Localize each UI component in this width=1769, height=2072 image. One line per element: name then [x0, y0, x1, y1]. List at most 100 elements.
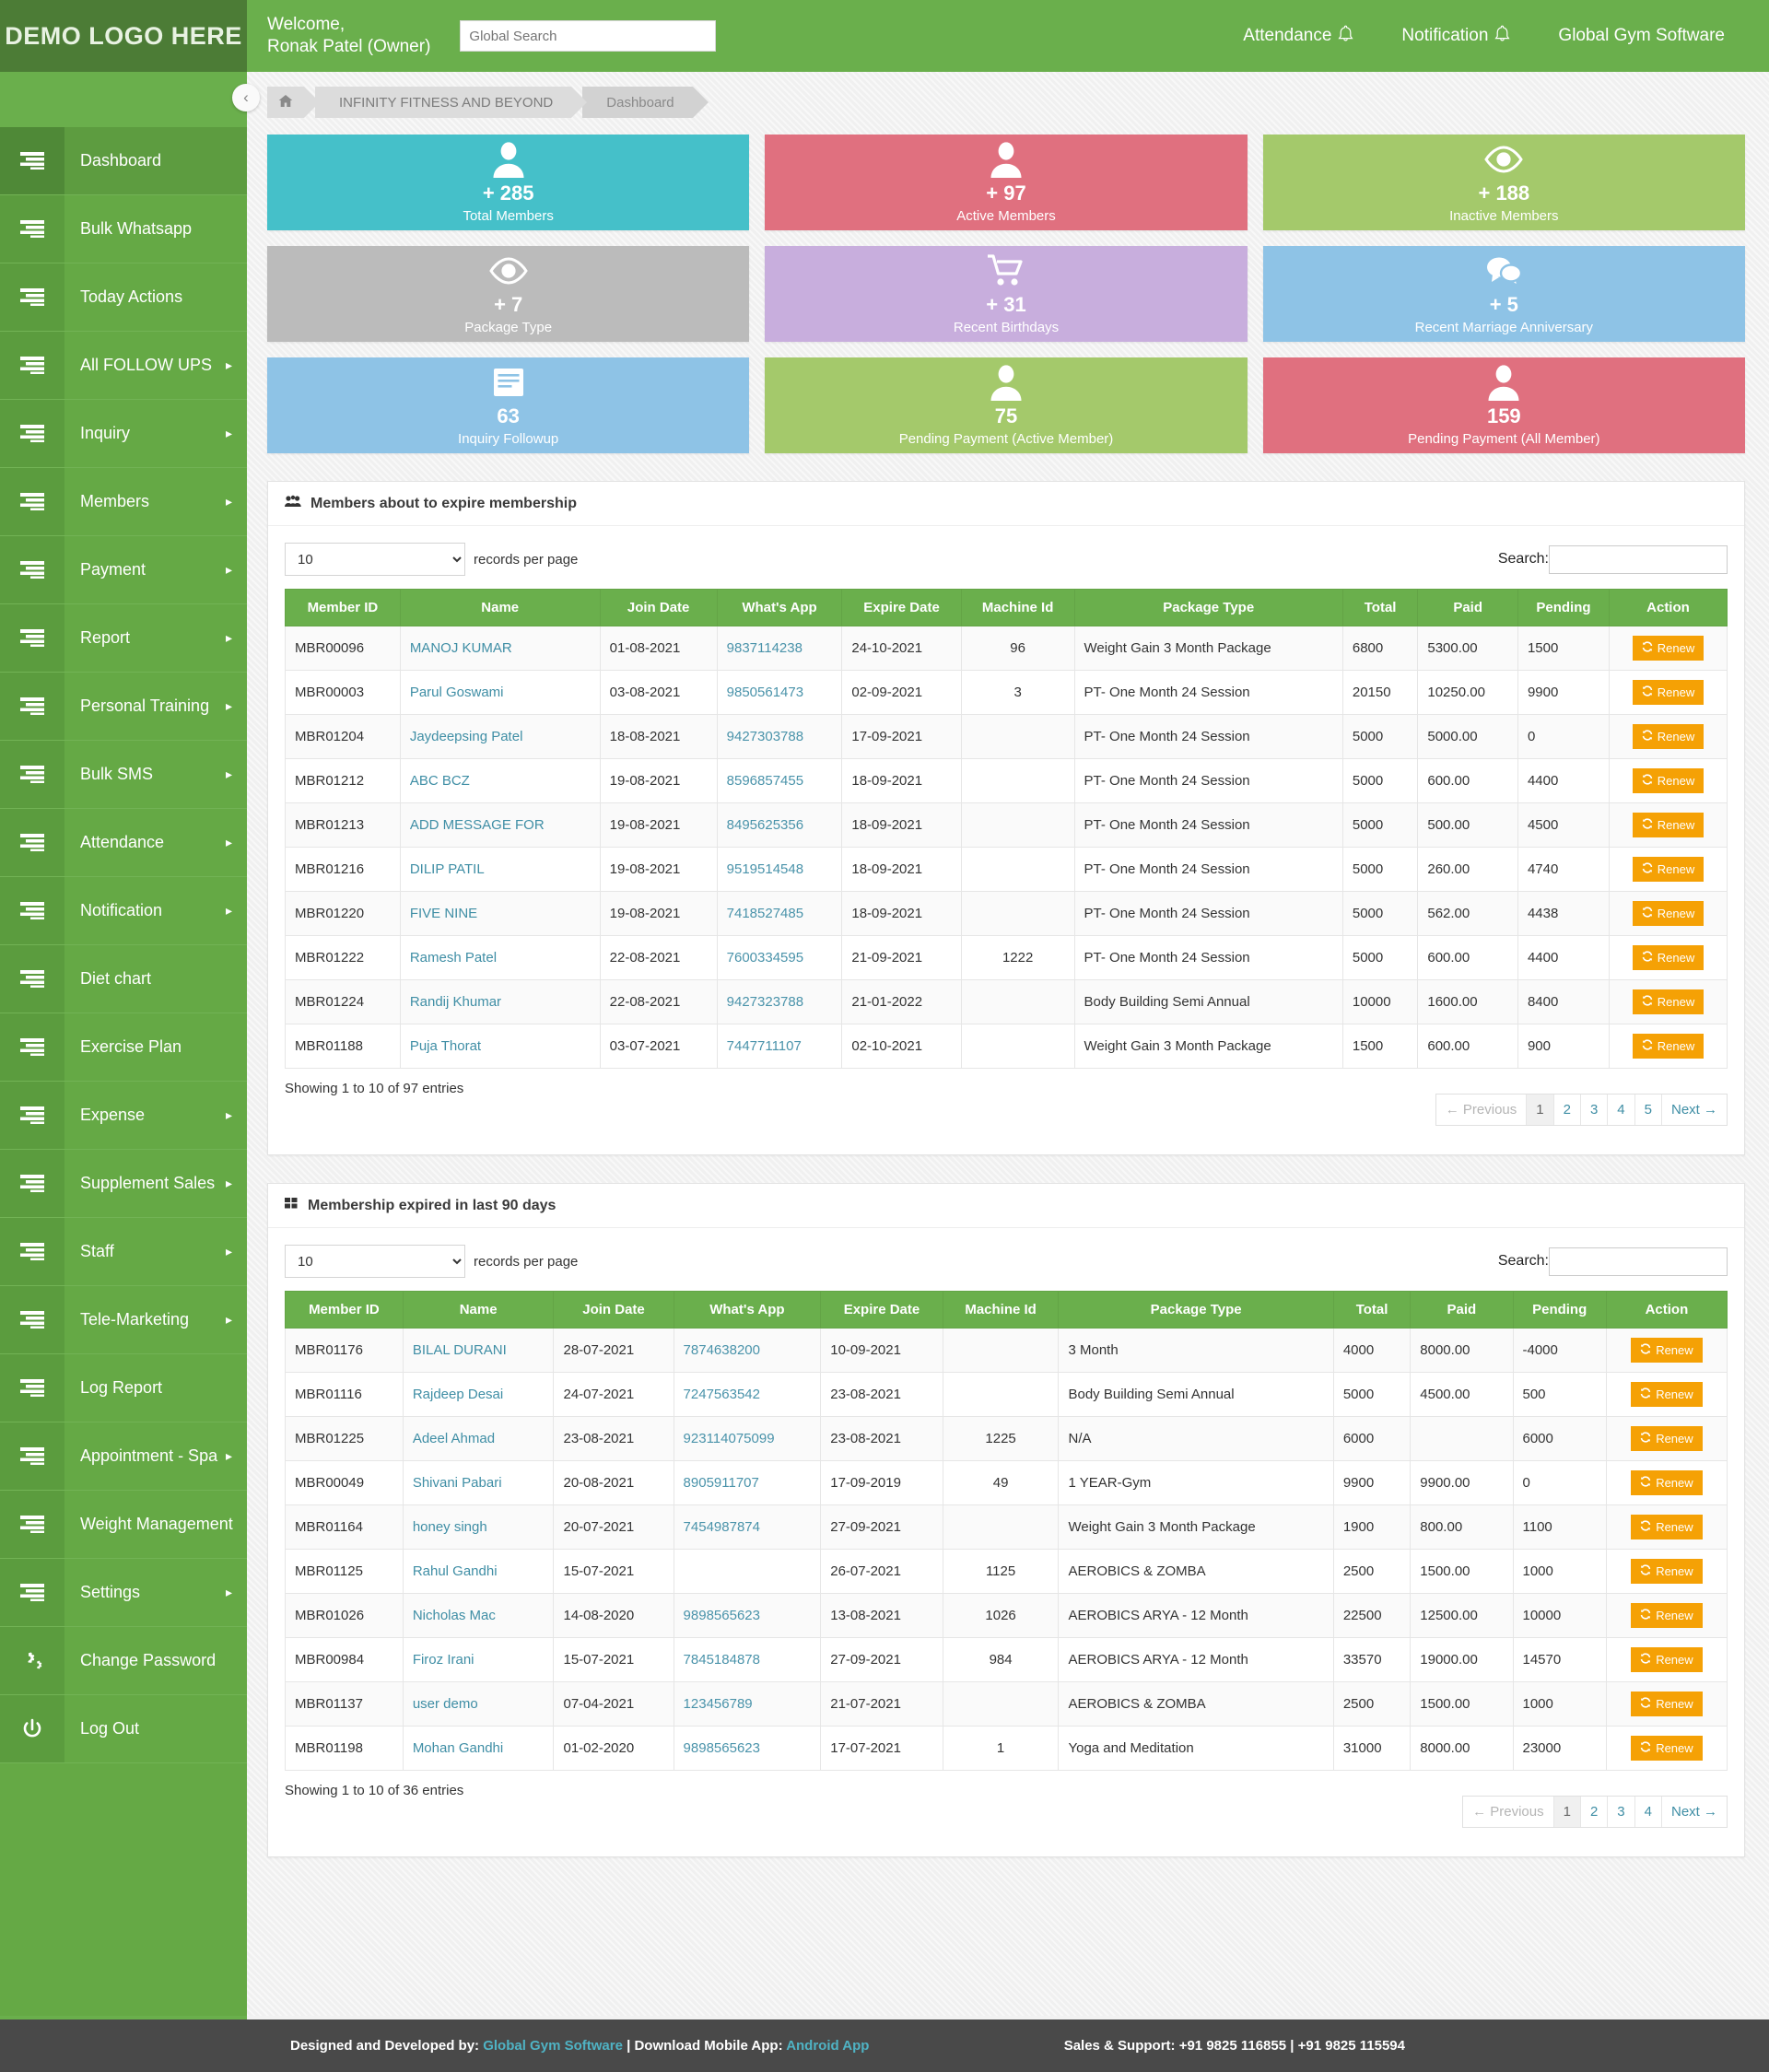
table-search-input[interactable] [1549, 544, 1728, 574]
sidebar-item-log-report[interactable]: Log Report [0, 1354, 247, 1422]
member-name-link[interactable]: BILAL DURANI [413, 1342, 507, 1358]
pagination-page-4[interactable]: 4 [1634, 1797, 1662, 1827]
column-header-package-type[interactable]: Package Type [1073, 589, 1343, 626]
pagination-page-1[interactable]: 1 [1527, 1095, 1554, 1125]
stat-card-pending-payment-active-member[interactable]: 75 Pending Payment (Active Member) [765, 357, 1248, 453]
renew-button[interactable]: Renew [1631, 1470, 1703, 1495]
column-header-paid[interactable]: Paid [1417, 589, 1518, 626]
column-header-machine-id[interactable]: Machine Id [942, 1291, 1060, 1329]
stat-card-inquiry-followup[interactable]: 63 Inquiry Followup [267, 357, 750, 453]
renew-button[interactable]: Renew [1632, 989, 1705, 1014]
renew-button[interactable]: Renew [1632, 680, 1705, 705]
whatsapp-link[interactable]: 7874638200 [684, 1342, 760, 1358]
stat-card-inactive-members[interactable]: + 188 Inactive Members [1262, 135, 1745, 230]
sidebar-collapse-button[interactable]: ‹ [232, 84, 260, 111]
column-header-what-s-app[interactable]: What's App [716, 589, 843, 626]
sidebar-item-diet-chart[interactable]: Diet chart [0, 945, 247, 1013]
whatsapp-link[interactable]: 9427323788 [727, 994, 803, 1010]
member-name-link[interactable]: FIVE NINE [410, 906, 477, 921]
whatsapp-link[interactable]: 9898565623 [684, 1740, 760, 1756]
sidebar-item-notification[interactable]: Notification ▸ [0, 877, 247, 945]
member-name-link[interactable]: Shivani Pabari [413, 1475, 502, 1491]
whatsapp-link[interactable]: 9837114238 [727, 640, 802, 656]
whatsapp-link[interactable]: 8905911707 [684, 1475, 759, 1491]
member-name-link[interactable]: Mohan Gandhi [413, 1740, 503, 1756]
column-header-name[interactable]: Name [399, 589, 601, 626]
sidebar-item-report[interactable]: Report ▸ [0, 604, 247, 673]
whatsapp-link[interactable]: 8495625356 [727, 817, 803, 833]
sidebar-item-all-follow-ups[interactable]: All FOLLOW UPS ▸ [0, 332, 247, 400]
whatsapp-link[interactable]: 9519514548 [727, 861, 803, 877]
column-header-total[interactable]: Total [1341, 589, 1419, 626]
whatsapp-link[interactable]: 8596857455 [727, 773, 803, 789]
renew-button[interactable]: Renew [1631, 1382, 1703, 1407]
breadcrumb-home[interactable] [267, 87, 320, 118]
sidebar-item-attendance[interactable]: Attendance ▸ [0, 809, 247, 877]
pagination-next[interactable]: Next → [1661, 1797, 1727, 1827]
member-name-link[interactable]: Rahul Gandhi [413, 1563, 498, 1579]
renew-button[interactable]: Renew [1632, 813, 1705, 837]
column-header-name[interactable]: Name [402, 1291, 555, 1329]
sidebar-item-dashboard[interactable]: Dashboard [0, 127, 247, 195]
records-per-page-select[interactable]: 10 [285, 1245, 465, 1278]
renew-button[interactable]: Renew [1632, 724, 1705, 749]
footer-android-link[interactable]: Android App [786, 2038, 869, 2054]
column-header-package-type[interactable]: Package Type [1058, 1291, 1334, 1329]
stat-card-pending-payment-all-member[interactable]: 159 Pending Payment (All Member) [1262, 357, 1745, 453]
pagination-page-3[interactable]: 3 [1608, 1797, 1635, 1827]
renew-button[interactable]: Renew [1632, 636, 1705, 661]
column-header-paid[interactable]: Paid [1410, 1291, 1514, 1329]
member-name-link[interactable]: Jaydeepsing Patel [410, 729, 523, 744]
renew-button[interactable]: Renew [1632, 1034, 1705, 1059]
renew-button[interactable]: Renew [1631, 1603, 1703, 1628]
global-search-input[interactable] [460, 20, 717, 52]
renew-button[interactable]: Renew [1632, 901, 1705, 926]
whatsapp-link[interactable]: 7418527485 [727, 906, 803, 921]
sidebar-item-inquiry[interactable]: Inquiry ▸ [0, 400, 247, 468]
sidebar-item-members[interactable]: Members ▸ [0, 468, 247, 536]
column-header-machine-id[interactable]: Machine Id [960, 589, 1075, 626]
sidebar-item-payment[interactable]: Payment ▸ [0, 536, 247, 604]
renew-button[interactable]: Renew [1631, 1692, 1703, 1716]
member-name-link[interactable]: Puja Thorat [410, 1038, 481, 1054]
stat-card-active-members[interactable]: + 97 Active Members [765, 135, 1248, 230]
pagination-page-1[interactable]: 1 [1553, 1797, 1581, 1827]
stat-card-total-members[interactable]: + 285 Total Members [267, 135, 750, 230]
member-name-link[interactable]: Parul Goswami [410, 685, 504, 700]
renew-button[interactable]: Renew [1631, 1515, 1703, 1539]
sidebar-item-tele-marketing[interactable]: Tele-Marketing ▸ [0, 1286, 247, 1354]
whatsapp-link[interactable]: 9898565623 [684, 1608, 760, 1623]
sidebar-item-change-password[interactable]: Change Password [0, 1627, 247, 1695]
renew-button[interactable]: Renew [1631, 1338, 1703, 1363]
pagination-next[interactable]: Next → [1661, 1095, 1727, 1125]
column-header-action[interactable]: Action [1608, 589, 1728, 626]
pagination-page-5[interactable]: 5 [1634, 1095, 1662, 1125]
sidebar-item-expense[interactable]: Expense ▸ [0, 1082, 247, 1150]
member-name-link[interactable]: Nicholas Mac [413, 1608, 496, 1623]
renew-button[interactable]: Renew [1631, 1736, 1703, 1761]
column-header-member-id[interactable]: Member ID [285, 1291, 404, 1329]
whatsapp-link[interactable]: 9850561473 [727, 685, 803, 700]
renew-button[interactable]: Renew [1632, 768, 1705, 793]
pagination-previous[interactable]: ← Previous [1463, 1797, 1554, 1827]
pagination-page-3[interactable]: 3 [1580, 1095, 1609, 1125]
whatsapp-link[interactable]: 7247563542 [684, 1387, 760, 1402]
whatsapp-link[interactable]: 123456789 [684, 1696, 753, 1712]
sidebar-item-staff[interactable]: Staff ▸ [0, 1218, 247, 1286]
sidebar-item-bulk-sms[interactable]: Bulk SMS ▸ [0, 741, 247, 809]
renew-button[interactable]: Renew [1631, 1559, 1703, 1584]
stat-card-package-type[interactable]: + 7 Package Type [267, 246, 750, 342]
stat-card-recent-birthdays[interactable]: + 31 Recent Birthdays [765, 246, 1248, 342]
column-header-expire-date[interactable]: Expire Date [820, 1291, 943, 1329]
column-header-total[interactable]: Total [1332, 1291, 1412, 1329]
pagination-previous[interactable]: ← Previous [1435, 1095, 1528, 1125]
member-name-link[interactable]: DILIP PATIL [410, 861, 485, 877]
member-name-link[interactable]: Firoz Irani [413, 1652, 474, 1668]
renew-button[interactable]: Renew [1632, 857, 1705, 882]
column-header-expire-date[interactable]: Expire Date [841, 589, 962, 626]
whatsapp-link[interactable]: 9427303788 [727, 729, 803, 744]
column-header-pending[interactable]: Pending [1517, 589, 1610, 626]
column-header-member-id[interactable]: Member ID [285, 589, 401, 626]
footer-company-link[interactable]: Global Gym Software [483, 2038, 623, 2054]
sidebar-item-appointment-spa[interactable]: Appointment - Spa ▸ [0, 1422, 247, 1491]
